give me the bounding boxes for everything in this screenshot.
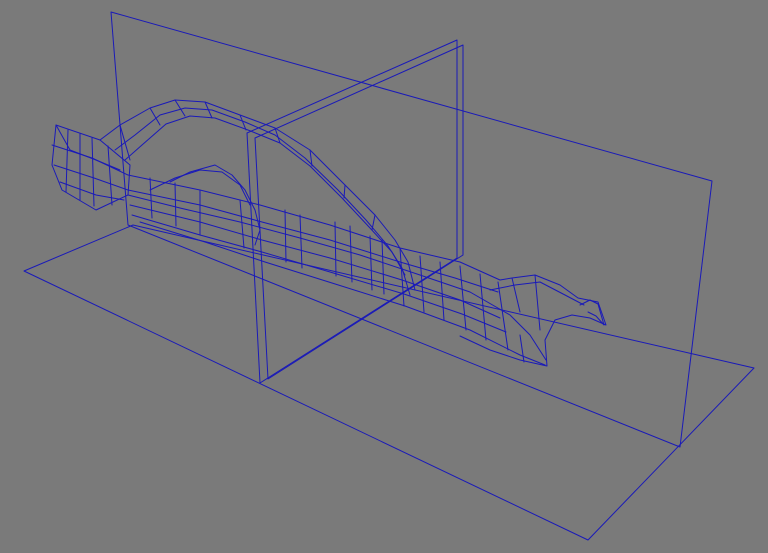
front-rib-2 [534,274,541,331]
rear-rib-1 [65,129,69,193]
front-plane[interactable] [246,39,458,384]
rear-rib-3 [91,137,95,207]
roof-rib-9 [371,214,376,231]
rear-line-a [51,144,129,176]
body-line-1 [127,174,501,281]
front-wheel-arch [169,164,261,246]
body-rib-10 [381,239,385,295]
body-line-3 [129,204,501,319]
body-rib-5 [284,209,287,263]
front-mirror [579,299,605,326]
body-rib-9 [369,235,373,291]
wireframe-scene[interactable] [0,0,768,553]
front-nose [459,274,607,367]
side-plane[interactable] [110,11,713,448]
body-rib-13 [439,261,445,321]
body-rib-14 [459,265,467,331]
body-rib-16 [497,281,509,351]
front-rib-1 [511,277,521,313]
body-rib-4 [239,199,245,249]
body-rib-8 [349,225,353,283]
ground-plane[interactable] [23,224,755,541]
body-rib-7 [334,221,337,277]
body-line-4 [131,214,507,333]
roof-rib-8 [343,184,346,199]
body-rib-6 [299,214,303,269]
roof-third [124,115,406,276]
body-rib-12 [419,255,425,313]
body-rib-17 [519,334,525,363]
body-rib-11 [399,247,405,307]
car-body-mesh[interactable] [51,99,607,367]
body-rib-2 [174,182,177,227]
body-rib-15 [479,273,487,341]
rear-rib-4 [107,145,113,206]
body-rib-1 [149,177,153,219]
3d-viewport[interactable] [0,0,768,553]
